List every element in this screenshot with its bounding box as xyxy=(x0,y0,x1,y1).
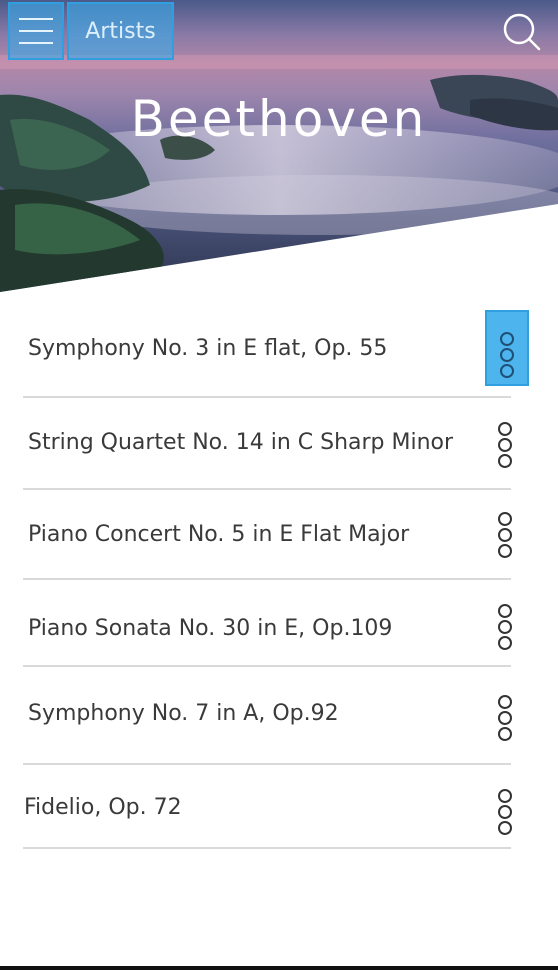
search-button[interactable] xyxy=(500,10,544,54)
track-title[interactable]: Piano Concert No. 5 in E Flat Major xyxy=(28,522,409,547)
track-row[interactable]: Symphony No. 3 in E flat, Op. 55 xyxy=(0,304,558,398)
more-options-icon xyxy=(498,695,512,743)
more-options-button[interactable] xyxy=(483,773,527,849)
hero-header: Artists Beethoven xyxy=(0,0,558,292)
bottom-edge-bar xyxy=(0,966,558,970)
more-options-button[interactable] xyxy=(483,679,527,755)
track-row[interactable]: Fidelio, Op. 72 xyxy=(0,765,558,849)
more-options-icon xyxy=(498,422,512,470)
more-options-button[interactable] xyxy=(483,406,527,482)
more-options-button[interactable] xyxy=(485,310,529,386)
hamburger-icon xyxy=(19,18,53,46)
more-options-icon xyxy=(498,604,512,652)
track-title[interactable]: Symphony No. 7 in A, Op.92 xyxy=(28,701,339,726)
search-icon xyxy=(503,13,541,51)
track-title[interactable]: Fidelio, Op. 72 xyxy=(24,795,182,820)
more-options-icon xyxy=(500,332,514,380)
more-options-button[interactable] xyxy=(483,588,527,664)
track-list: Symphony No. 3 in E flat, Op. 55 String … xyxy=(0,304,558,849)
track-row[interactable]: String Quartet No. 14 in C Sharp Minor xyxy=(0,398,558,490)
more-options-icon xyxy=(498,789,512,837)
more-options-button[interactable] xyxy=(483,496,527,572)
divider xyxy=(23,847,511,849)
page-title: Beethoven xyxy=(130,90,428,148)
track-row[interactable]: Symphony No. 7 in A, Op.92 xyxy=(0,667,558,765)
track-title[interactable]: String Quartet No. 14 in C Sharp Minor xyxy=(28,430,453,455)
back-to-artists-button[interactable]: Artists xyxy=(67,2,174,60)
track-row[interactable]: Piano Sonata No. 30 in E, Op.109 xyxy=(0,580,558,667)
track-row[interactable]: Piano Concert No. 5 in E Flat Major xyxy=(0,490,558,580)
track-title[interactable]: Piano Sonata No. 30 in E, Op.109 xyxy=(28,616,392,641)
track-title[interactable]: Symphony No. 3 in E flat, Op. 55 xyxy=(28,336,387,361)
menu-button[interactable] xyxy=(8,2,64,60)
more-options-icon xyxy=(498,512,512,560)
